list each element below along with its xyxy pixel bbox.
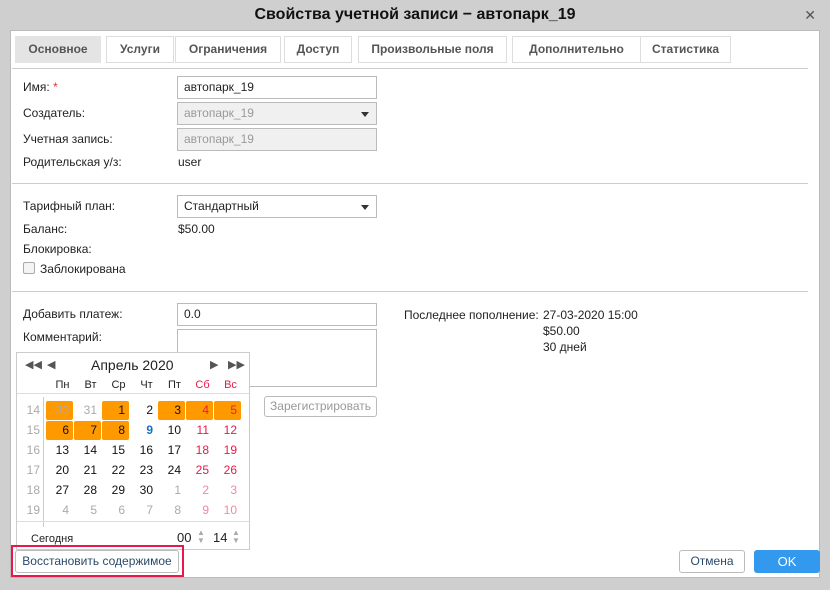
tab-3[interactable]: Доступ <box>284 36 352 63</box>
cancel-button[interactable]: Отмена <box>679 550 745 573</box>
balance-value: $50.00 <box>178 222 215 236</box>
calendar-day[interactable]: 29 <box>102 481 129 500</box>
calendar-day[interactable]: 8 <box>102 421 129 440</box>
week-number: 18 <box>26 483 40 497</box>
calendar-day[interactable]: 11 <box>186 421 213 440</box>
balance-label: Баланс: <box>23 222 68 236</box>
restore-content-button[interactable]: Восстановить содержимое <box>15 550 179 573</box>
tab-2[interactable]: Ограничения <box>175 36 281 63</box>
calendar-day[interactable]: 7 <box>130 501 157 520</box>
last-topup-date: 27-03-2020 15:00 <box>543 308 638 322</box>
calendar-day[interactable]: 30 <box>46 401 73 420</box>
minute-arrows-icon[interactable]: ▲ ▼ <box>232 529 240 545</box>
payment-input[interactable]: 0.0 <box>177 303 377 326</box>
creator-label: Создатель: <box>23 106 86 120</box>
calendar-day[interactable]: 4 <box>186 401 213 420</box>
calendar-day[interactable]: 12 <box>214 421 241 440</box>
tab-6[interactable]: Статистика <box>640 36 731 63</box>
calendar-day[interactable]: 19 <box>214 441 241 460</box>
register-button[interactable]: Зарегистрировать <box>264 396 377 417</box>
payment-label: Добавить платеж: <box>23 307 123 321</box>
calendar-day[interactable]: 17 <box>158 441 185 460</box>
hour-arrows-icon[interactable]: ▲ ▼ <box>197 529 205 545</box>
calendar-day[interactable]: 2 <box>186 481 213 500</box>
calendar-day[interactable]: 6 <box>102 501 129 520</box>
calendar-month[interactable]: Апрель 2020 <box>91 357 174 373</box>
calendar-day[interactable]: 21 <box>74 461 101 480</box>
account-input: автопарк_19 <box>177 128 377 151</box>
calendar-day[interactable]: 3 <box>158 401 185 420</box>
calendar-day[interactable]: 30 <box>130 481 157 500</box>
today-button[interactable]: Сегодня <box>31 533 73 545</box>
hour-spinner[interactable]: 00 <box>177 530 191 545</box>
tariff-select[interactable]: Стандартный <box>177 195 377 218</box>
chevron-down-icon <box>361 112 369 117</box>
last-topup-period: 30 дней <box>543 340 587 354</box>
chevron-down-icon <box>361 205 369 210</box>
week-number: 15 <box>26 423 40 437</box>
parent-value: user <box>178 155 202 169</box>
close-icon[interactable]: ✕ <box>804 7 816 24</box>
creator-select[interactable]: автопарк_19 <box>177 102 377 125</box>
tab-1[interactable]: Услуги <box>106 36 174 63</box>
next-month-icon[interactable]: ▶ <box>210 358 218 371</box>
block-label: Блокировка: <box>23 242 92 256</box>
prev-year-icon[interactable]: ◀◀ <box>25 358 42 371</box>
calendar-day[interactable]: 7 <box>74 421 101 440</box>
ok-button[interactable]: OK <box>754 550 820 573</box>
calendar-day[interactable]: 27 <box>46 481 73 500</box>
calendar-day[interactable]: 9 <box>130 421 157 440</box>
calendar-day[interactable]: 15 <box>102 441 129 460</box>
prev-month-icon[interactable]: ◀ <box>47 358 55 371</box>
calendar-day[interactable]: 14 <box>74 441 101 460</box>
calendar-day[interactable]: 18 <box>186 441 213 460</box>
calendar-day[interactable]: 10 <box>214 501 241 520</box>
calendar-day[interactable]: 5 <box>74 501 101 520</box>
comment-label: Комментарий: <box>23 330 102 344</box>
calendar-day[interactable]: 5 <box>214 401 241 420</box>
calendar-day[interactable]: 1 <box>158 481 185 500</box>
calendar-day[interactable]: 4 <box>46 501 73 520</box>
last-topup-amount: $50.00 <box>543 324 580 338</box>
calendar-day[interactable]: 23 <box>130 461 157 480</box>
tab-5[interactable]: Дополнительно <box>512 36 641 63</box>
tab-0[interactable]: Основное <box>15 36 101 63</box>
name-label: Имя: * <box>23 80 58 94</box>
week-number: 16 <box>26 443 40 457</box>
calendar-day[interactable]: 8 <box>158 501 185 520</box>
blocked-checkbox[interactable] <box>23 262 35 274</box>
minute-spinner[interactable]: 14 <box>213 530 227 545</box>
calendar-day[interactable]: 28 <box>74 481 101 500</box>
next-year-icon[interactable]: ▶▶ <box>228 358 245 371</box>
calendar-day[interactable]: 26 <box>214 461 241 480</box>
blocked-checkbox-label[interactable]: Заблокирована <box>40 262 126 276</box>
calendar-day[interactable]: 20 <box>46 461 73 480</box>
calendar-day[interactable]: 24 <box>158 461 185 480</box>
week-number: 14 <box>26 403 40 417</box>
calendar-day[interactable]: 16 <box>130 441 157 460</box>
calendar-day[interactable]: 3 <box>214 481 241 500</box>
name-input[interactable]: автопарк_19 <box>177 76 377 99</box>
calendar-day[interactable]: 13 <box>46 441 73 460</box>
last-topup-label: Последнее пополнение: <box>404 308 539 322</box>
account-label: Учетная запись: <box>23 132 113 146</box>
week-number: 19 <box>26 503 40 517</box>
calendar-day[interactable]: 22 <box>102 461 129 480</box>
calendar-day[interactable]: 9 <box>186 501 213 520</box>
tab-4[interactable]: Произвольные поля <box>358 36 507 63</box>
calendar-day[interactable]: 31 <box>74 401 101 420</box>
parent-label: Родительская у/з: <box>23 155 122 169</box>
calendar-day[interactable]: 2 <box>130 401 157 420</box>
calendar-day[interactable]: 1 <box>102 401 129 420</box>
date-picker: ◀◀ ◀ Апрель 2020 ▶ ▶▶ Пн Вт Ср Чт Пт Сб Вс 14 3… <box>16 352 250 550</box>
calendar-day[interactable]: 6 <box>46 421 73 440</box>
calendar-day[interactable]: 10 <box>158 421 185 440</box>
tariff-label: Тарифный план: <box>23 199 116 213</box>
dialog-title: Свойства учетной записи − автопарк_19 <box>254 6 576 23</box>
calendar-day[interactable]: 25 <box>186 461 213 480</box>
week-number: 17 <box>26 463 40 477</box>
